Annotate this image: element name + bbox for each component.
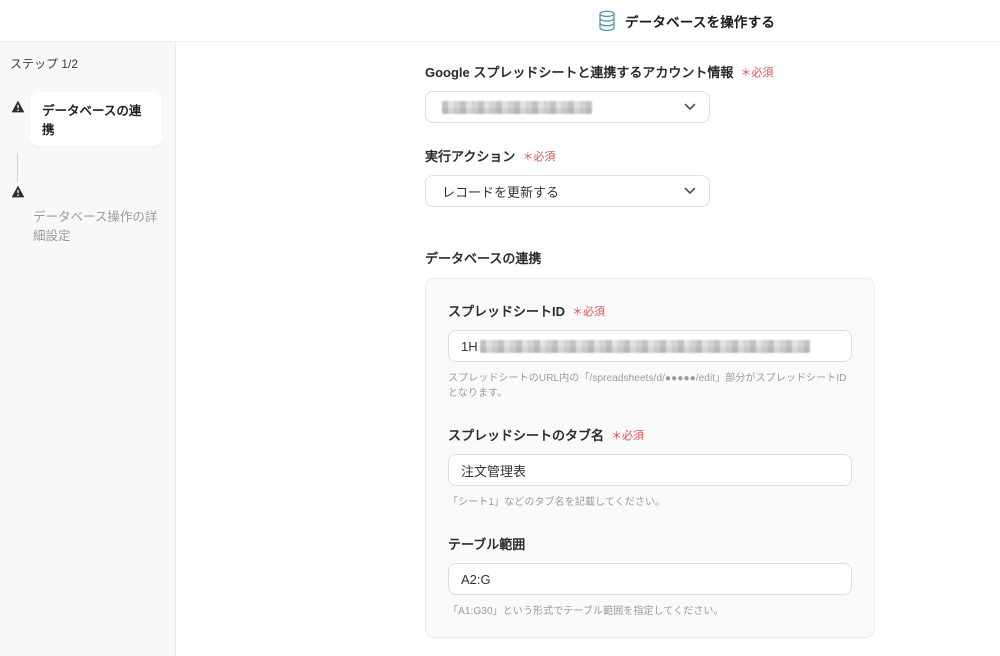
section-title-database-connection: データベースの連携 [425, 251, 542, 266]
action-select[interactable]: レコードを更新する [425, 175, 710, 207]
table-range-input[interactable] [448, 563, 852, 595]
sheet-tab-label: スプレッドシートのタブ名 [448, 428, 605, 443]
step-label: データベース操作の詳細設定 [33, 210, 158, 244]
chevron-down-icon [684, 187, 696, 194]
main-content: Google スプレッドシートと連携するアカウント情報 ＊必須 実行アクション … [177, 42, 1000, 656]
required-badge: ＊必須 [740, 66, 774, 79]
database-icon [599, 10, 615, 32]
spreadsheet-id-help: スプレッドシートのURL内の「/spreadsheets/d/●●●●●/edi… [448, 373, 847, 399]
chevron-down-icon [684, 103, 696, 110]
spreadsheet-id-prefix: 1H [461, 338, 478, 354]
warning-icon [11, 185, 25, 198]
header: データベースを操作する [0, 0, 1000, 42]
warning-icon [11, 100, 25, 113]
spreadsheet-id-label: スプレッドシートID [448, 304, 566, 319]
redacted-account-value [442, 100, 592, 114]
header-title-group: データベースを操作する [597, 0, 775, 42]
page-title: データベースを操作する [625, 15, 776, 30]
step-indicator: ステップ 1/2 [10, 57, 79, 71]
action-label: 実行アクション [425, 149, 516, 164]
required-badge: ＊必須 [522, 150, 556, 163]
step-connector [17, 153, 18, 182]
account-select[interactable] [425, 91, 710, 123]
sheet-tab-name-input[interactable] [448, 454, 852, 486]
step-label: データベースの連携 [42, 104, 142, 137]
required-badge: ＊必須 [572, 305, 606, 318]
table-range-help: 「A1:G30」という形式でテーブル範囲を指定してください。 [448, 606, 724, 617]
sidebar: ステップ 1/2 データベースの連携 データベース操作の詳細設定 [0, 42, 176, 656]
sidebar-step-database-connection[interactable]: データベースの連携 [30, 92, 162, 146]
redacted-spreadsheet-id [479, 339, 810, 353]
sidebar-step-detail-settings[interactable]: データベース操作の詳細設定 [33, 208, 159, 247]
step-list: データベースの連携 データベース操作の詳細設定 [0, 92, 175, 247]
database-connection-card: スプレッドシートID ＊必須 1H スプレッドシートのURL内の「/spread… [425, 278, 875, 638]
account-label: Google スプレッドシートと連携するアカウント情報 [425, 65, 734, 80]
table-range-label: テーブル範囲 [448, 537, 526, 552]
sheet-tab-help: 「シート1」などのタブ名を記載してください。 [448, 497, 666, 508]
required-badge: ＊必須 [611, 429, 645, 442]
action-select-value: レコードを更新する [442, 184, 560, 200]
spreadsheet-id-input[interactable]: 1H [448, 330, 852, 362]
